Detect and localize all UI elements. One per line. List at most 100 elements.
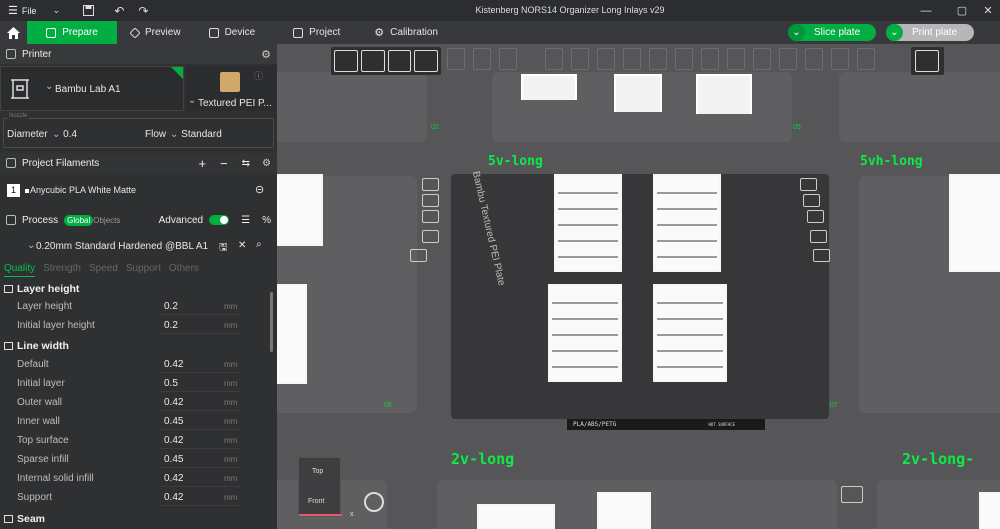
plate-settings-icon[interactable] — [410, 249, 427, 262]
setting-value: 0.5 — [164, 378, 178, 389]
process-tabs: Quality Strength Speed Support Others — [4, 263, 199, 277]
toolbar-icon[interactable] — [499, 48, 517, 70]
plate-label[interactable]: 5v-long — [488, 154, 543, 169]
remove-icon[interactable]: − — [220, 156, 228, 171]
toolbar-icon[interactable] — [597, 48, 615, 70]
toolbar-icon[interactable] — [623, 48, 641, 70]
orient-icon[interactable] — [387, 50, 412, 72]
list-icon[interactable]: ☰ — [241, 215, 250, 226]
plate-label[interactable]: 2v-long- — [902, 450, 974, 468]
print-plate-button[interactable]: ⌄ Print plate — [886, 24, 974, 41]
model-bin[interactable] — [477, 504, 555, 529]
global-toggle[interactable]: Global — [64, 214, 94, 226]
plate-label[interactable]: 5vh-long — [860, 154, 923, 169]
plate-arrange-icon[interactable] — [422, 194, 439, 207]
advanced-switch[interactable] — [209, 215, 230, 225]
gear-icon[interactable]: ⚙ — [261, 48, 271, 61]
toolbar-icon[interactable] — [831, 48, 849, 70]
toolbar-icon[interactable] — [571, 48, 589, 70]
3d-viewport[interactable]: 5v-long 5vh-long 2v-long 2v-long- 02 05 … — [277, 44, 1000, 529]
plate-orient-icon[interactable] — [807, 210, 824, 223]
toolbar-icon[interactable] — [473, 48, 491, 70]
tab-speed[interactable]: Speed — [89, 263, 118, 277]
document-icon — [293, 27, 304, 38]
section-title: Printer — [22, 48, 52, 60]
process-section-header: Process Global Objects Advanced ☰ % — [0, 210, 277, 230]
model-bin[interactable] — [979, 492, 1000, 529]
plate-type-selector[interactable]: ⓘ ⌄ Textured PEI P... — [186, 66, 276, 111]
model-bin[interactable] — [696, 74, 752, 114]
percent-icon[interactable]: % — [262, 215, 271, 226]
model-bin[interactable] — [521, 74, 577, 100]
objects-toggle[interactable]: Objects — [93, 216, 120, 225]
add-icon[interactable]: + — [198, 156, 206, 171]
more-icon[interactable]: ⊝ — [255, 183, 264, 196]
plate-lock-icon[interactable] — [810, 230, 827, 243]
toolbar-icon[interactable] — [753, 48, 771, 70]
file-menu[interactable]: ☰ File — [0, 0, 44, 21]
model-bin[interactable] — [949, 174, 1000, 272]
toolbar-icon[interactable] — [805, 48, 823, 70]
process-profile-select[interactable]: ⌄ 0.20mm Standard Hardened @BBL A1 🖫 ✕ ⌕ — [0, 236, 277, 256]
toolbar-icon[interactable] — [779, 48, 797, 70]
assembly-view-icon[interactable] — [915, 50, 939, 72]
plate-close-icon[interactable] — [422, 178, 439, 191]
toolbar-icon[interactable] — [649, 48, 667, 70]
diameter-select[interactable]: ⌄ 0.4 — [52, 129, 77, 140]
model-bin[interactable] — [554, 174, 622, 272]
gear-icon[interactable]: ⚙ — [262, 158, 271, 169]
minimize-button[interactable]: — — [914, 0, 938, 21]
plate-top-left — [277, 72, 427, 142]
plate-close-icon[interactable] — [800, 178, 817, 191]
tab-strength[interactable]: Strength — [43, 263, 81, 277]
toolbar-icon[interactable] — [675, 48, 693, 70]
view-gizmo-icon[interactable] — [364, 492, 384, 512]
tab-calibration[interactable]: ⚙ Calibration — [354, 21, 452, 44]
flow-select[interactable]: ⌄ Standard — [170, 129, 222, 140]
tab-prepare[interactable]: Prepare — [27, 21, 117, 44]
tab-quality[interactable]: Quality — [4, 263, 36, 277]
close-button[interactable]: ✕ — [976, 0, 1000, 21]
redo-icon[interactable]: ↷ — [130, 0, 156, 21]
plate-arrange-icon[interactable] — [803, 194, 820, 207]
plate-label[interactable]: 2v-long — [451, 450, 514, 468]
tab-preview[interactable]: Preview — [117, 21, 195, 44]
filament-row[interactable]: 1 Anycubic PLA White Matte ⊝ — [0, 182, 277, 200]
plate-close-icon[interactable] — [841, 486, 863, 503]
info-icon[interactable]: ⓘ — [254, 69, 263, 82]
tab-others[interactable]: Others — [169, 263, 199, 277]
model-bin[interactable] — [277, 174, 323, 246]
toolbar-icon[interactable] — [447, 48, 465, 70]
search-icon[interactable]: ⌕ — [256, 239, 262, 250]
plate-orient-icon[interactable] — [422, 210, 439, 223]
toolbar-icon[interactable] — [545, 48, 563, 70]
toolbar-icon[interactable] — [857, 48, 875, 70]
model-bin[interactable] — [597, 492, 651, 529]
model-bin[interactable] — [653, 174, 721, 272]
sync-icon[interactable]: ⇆ — [242, 158, 250, 169]
add-object-icon[interactable] — [334, 50, 358, 72]
slice-plate-button[interactable]: ⌄ Slice plate — [788, 24, 876, 41]
undo-icon[interactable]: ↶ — [108, 0, 130, 21]
chevron-down-icon[interactable]: ⌄ — [44, 0, 68, 21]
add-plate-icon[interactable] — [360, 50, 385, 72]
home-button[interactable] — [0, 21, 27, 44]
toolbar-icon[interactable] — [701, 48, 719, 70]
navigation-cube[interactable]: Top Front — [298, 457, 342, 517]
model-bin[interactable] — [653, 284, 727, 382]
tab-support[interactable]: Support — [126, 263, 161, 277]
toolbar-icon[interactable] — [727, 48, 745, 70]
close-icon[interactable]: ✕ — [238, 240, 246, 251]
model-bin[interactable] — [277, 284, 307, 384]
model-bin[interactable] — [548, 284, 622, 382]
save-icon[interactable] — [68, 0, 108, 21]
model-bin[interactable] — [614, 74, 662, 112]
maximize-button[interactable]: ▢ — [950, 0, 974, 21]
plate-settings-icon[interactable] — [813, 249, 830, 262]
tab-device[interactable]: Device — [195, 21, 270, 44]
plate-lock-icon[interactable] — [422, 230, 439, 243]
save-icon[interactable]: 🖫 — [219, 240, 228, 257]
tab-project[interactable]: Project — [269, 21, 354, 44]
arrange-icon[interactable] — [414, 50, 438, 72]
printer-selector[interactable]: ⌄ Bambu Lab A1 — [0, 66, 184, 111]
